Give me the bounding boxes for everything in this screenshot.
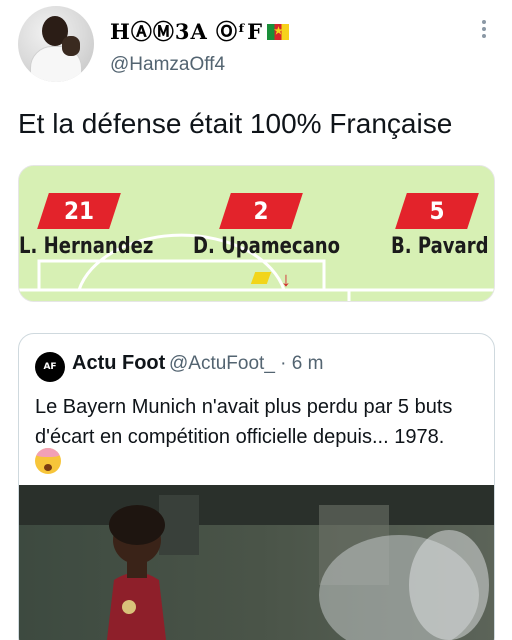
tweet-media-lineup[interactable]: 21 2 5 L. Hernandez D. Upamecano B. Pava… [18, 165, 495, 302]
player-name: L. Hernandez [19, 234, 154, 259]
display-name[interactable]: HⒶⓂ3A ⓄᶠF ★ [110, 16, 290, 46]
more-options-icon[interactable] [472, 16, 496, 42]
cameroon-flag-icon: ★ [267, 24, 290, 40]
quoted-tweet[interactable]: AF Actu Foot @ActuFoot_ · 6 m Le Bayern … [18, 333, 495, 640]
user-handle[interactable]: @HamzaOff4 [110, 54, 225, 76]
tweet-text: Et la défense était 100% Française [18, 108, 453, 139]
exploding-head-emoji [35, 448, 61, 474]
stadium-photo [19, 485, 494, 640]
player-name: D. Upamecano [193, 234, 340, 259]
quoted-meta: @ActuFoot_ · 6 m [169, 353, 324, 374]
quoted-avatar: AF [35, 352, 65, 382]
quoted-text: Le Bayern Munich n'avait plus perdu par … [35, 396, 453, 448]
substitution-arrow-icon: ↓ [281, 269, 291, 291]
quoted-photo[interactable] [19, 485, 494, 640]
player-number-badge: 21 [43, 193, 115, 229]
avatar-hand [62, 36, 80, 56]
player-number-badge: 5 [401, 193, 473, 229]
display-name-text: HⒶⓂ3A ⓄᶠF [110, 19, 264, 44]
player-name: B. Pavard [391, 234, 489, 259]
player-number-badge: 2 [225, 193, 297, 229]
tweet-header: HⒶⓂ3A ⓄᶠF ★ @HamzaOff4 [0, 0, 512, 100]
avatar[interactable] [18, 6, 94, 82]
quoted-display-name: Actu Foot [72, 352, 166, 374]
